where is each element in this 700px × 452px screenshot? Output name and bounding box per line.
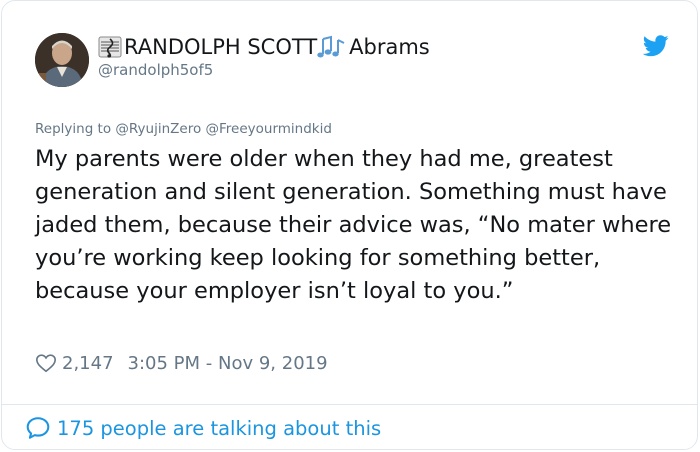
twitter-bird-icon[interactable] [643,35,669,57]
author-display-name[interactable]: RANDOLPH SCOTT Abrams [98,34,430,60]
musical-notes-icon [317,35,345,58]
musical-score-icon [98,36,122,58]
conversation-link[interactable]: 175 people are talking about this [25,415,381,441]
author-handle[interactable]: @randolph5of5 [98,61,213,79]
like-count[interactable]: 2,147 [62,353,114,374]
tweet-text: My parents were older when they had me, … [35,146,672,304]
timestamp[interactable]: 3:05 PM - Nov 9, 2019 [128,353,328,374]
tweet-card: RANDOLPH SCOTT Abrams @randolph5of5 Repl… [1,0,698,450]
avatar[interactable] [35,33,89,87]
conversation-text: 175 people are talking about this [57,416,382,440]
divider [2,404,697,405]
comment-bubble-icon [26,417,50,439]
display-name-suffix: Abrams [349,35,430,59]
display-name-prefix: RANDOLPH SCOTT [124,35,318,59]
tweet-meta: 2,147 3:05 PM - Nov 9, 2019 [35,352,328,374]
replying-to[interactable]: Replying to @RyujinZero @Freeyourmindkid [35,121,332,137]
heart-icon[interactable] [35,352,57,374]
